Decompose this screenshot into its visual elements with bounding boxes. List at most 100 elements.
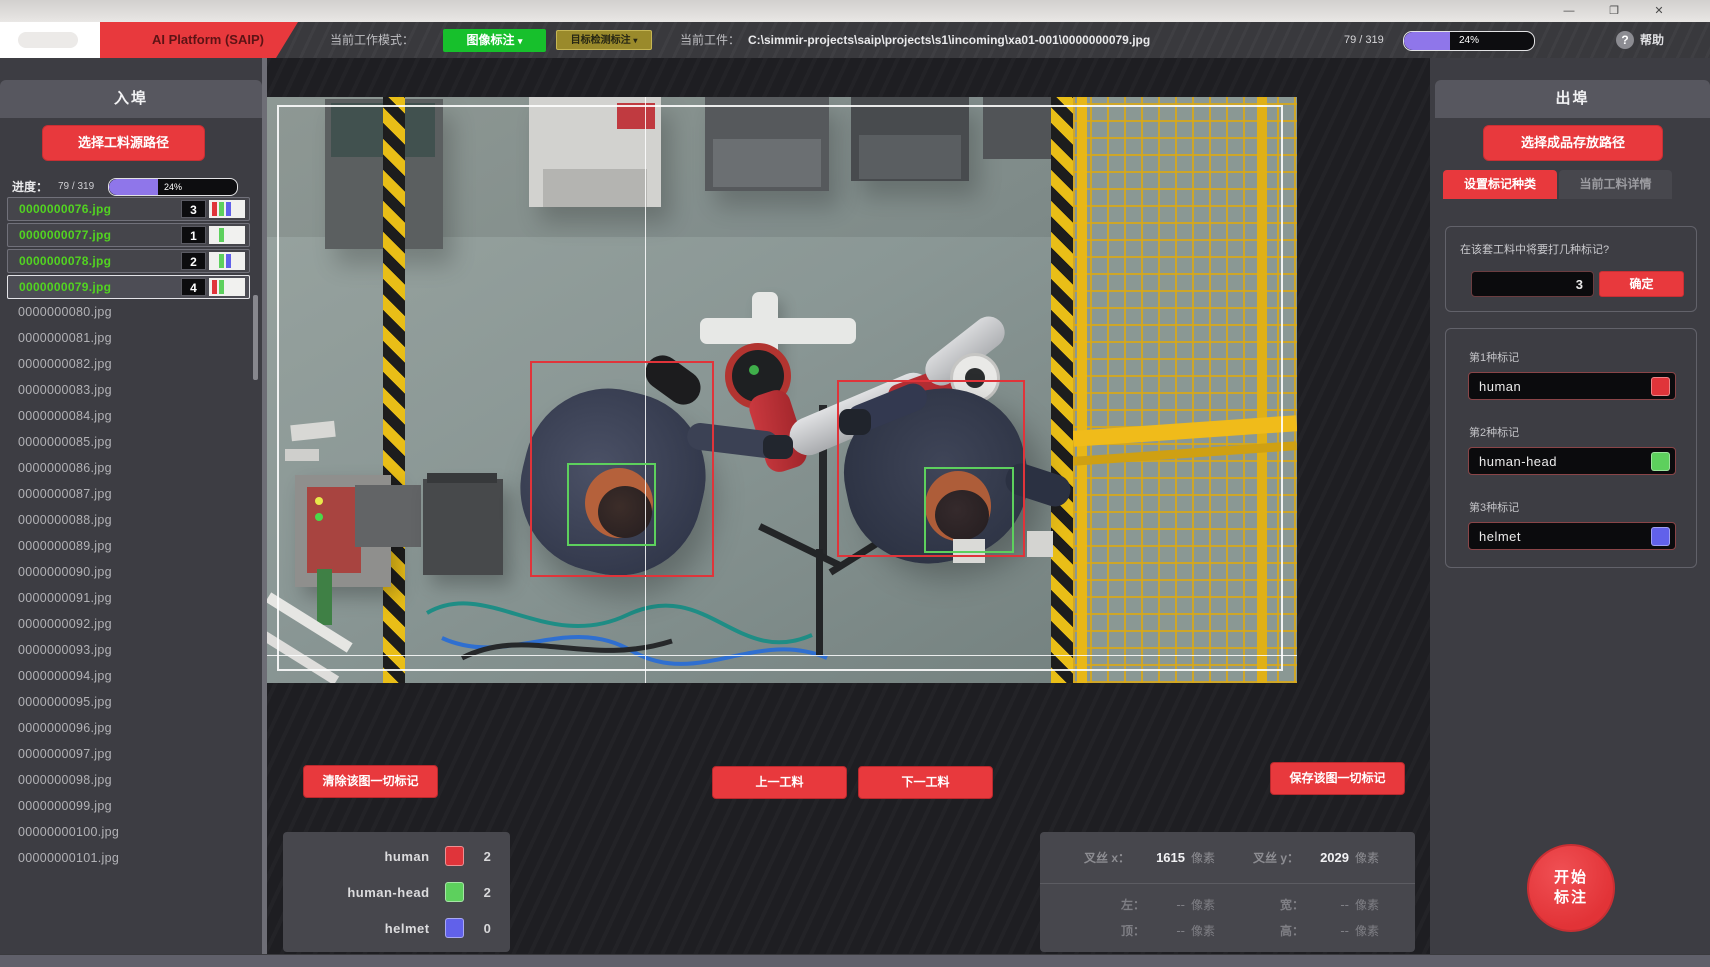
file-item[interactable]: 0000000092.jpg	[18, 617, 112, 631]
label-2-value: human-head	[1479, 454, 1557, 469]
coordinates-panel: 叉丝 x： 1615 像素 叉丝 y： 2029 像素 左： -- 像素 宽： …	[1040, 832, 1415, 952]
cross-x-label: 叉丝 x：	[1040, 849, 1130, 866]
vertical-scrollbar[interactable]	[253, 295, 258, 380]
label-3-color-swatch[interactable]	[1651, 527, 1670, 546]
file-item[interactable]: 0000000083.jpg	[18, 383, 112, 397]
file-name: 0000000076.jpg	[8, 202, 181, 216]
class-color-bar	[219, 202, 224, 216]
file-item[interactable]: 0000000086.jpg	[18, 461, 112, 475]
mode-detection-button[interactable]: 目标检测标注 ▾	[556, 30, 652, 50]
file-item[interactable]: 0000000095.jpg	[18, 695, 112, 709]
previous-file-button[interactable]: 上一工料	[712, 766, 847, 799]
file-item-annotated[interactable]: 0000000078.jpg2	[7, 249, 250, 273]
unit-label: 像素	[1349, 849, 1393, 866]
file-item-annotated[interactable]: 0000000076.jpg3	[7, 197, 250, 221]
file-item[interactable]: 0000000085.jpg	[18, 435, 112, 449]
maximize-icon[interactable]: ❐	[1599, 3, 1629, 19]
label-2-color-swatch[interactable]	[1651, 452, 1670, 471]
app-title: AI Platform (SAIP)	[100, 22, 298, 58]
label-2-title: 第2种标记	[1469, 424, 1519, 440]
height-value: --	[1304, 923, 1349, 938]
label-1-color-swatch[interactable]	[1651, 377, 1670, 396]
class-color-bar	[219, 280, 224, 294]
class-color-bar	[212, 202, 217, 216]
logo-mark	[18, 32, 78, 48]
class-color-indicator	[209, 252, 245, 270]
os-titlebar: — ❐ ✕	[0, 0, 1710, 23]
file-item[interactable]: 0000000087.jpg	[18, 487, 112, 501]
next-file-button[interactable]: 下一工料	[858, 766, 993, 799]
label-3-title: 第3种标记	[1469, 499, 1519, 515]
label-3-input[interactable]: helmet	[1468, 522, 1676, 550]
file-name: 0000000078.jpg	[8, 254, 181, 268]
file-item[interactable]: 0000000099.jpg	[18, 799, 112, 813]
help-icon[interactable]: ?	[1616, 31, 1634, 49]
photo-canvas[interactable]	[267, 97, 1297, 683]
mode-image-annotation-button[interactable]: 图像标注 ▾	[443, 29, 546, 52]
file-item[interactable]: 0000000094.jpg	[18, 669, 112, 683]
legend-count: 2	[464, 885, 510, 900]
file-item[interactable]: 0000000098.jpg	[18, 773, 112, 787]
cross-y-value: 2029	[1299, 850, 1349, 865]
box-top-height-row: 顶： -- 像素 高： -- 像素	[1040, 918, 1415, 942]
file-item[interactable]: 00000000100.jpg	[18, 825, 119, 839]
right-sidebar-outbound: 出埠 选择成品存放路径 设置标记种类 当前工料详情 在该套工料中将要打几种标记?…	[1430, 58, 1710, 966]
cross-x-value: 1615	[1130, 850, 1185, 865]
file-item[interactable]: 00000000101.jpg	[18, 851, 119, 865]
bbox-human-head[interactable]	[567, 463, 656, 546]
legend-color-swatch	[445, 918, 465, 938]
label-1-title: 第1种标记	[1469, 349, 1519, 365]
minimize-icon[interactable]: —	[1554, 3, 1584, 19]
file-item[interactable]: 0000000097.jpg	[18, 747, 112, 761]
class-color-indicator	[209, 226, 245, 244]
file-item-annotated[interactable]: 0000000077.jpg1	[7, 223, 250, 247]
app-header: AI Platform (SAIP) 当前工作模式： 图像标注 ▾ 目标检测标注…	[0, 22, 1710, 58]
select-output-path-button[interactable]: 选择成品存放路径	[1483, 125, 1663, 161]
annotation-overlay	[267, 97, 1297, 683]
label-1-value: human	[1479, 379, 1521, 394]
progress-count: 79 / 319	[58, 181, 94, 192]
legend-color-swatch	[445, 882, 465, 902]
progress-percent: 24%	[1404, 32, 1534, 50]
file-item[interactable]: 0000000088.jpg	[18, 513, 112, 527]
legend-panel: human2human-head2helmet0	[283, 832, 510, 952]
sidebar-progress-bar: 24%	[108, 178, 238, 196]
file-item[interactable]: 0000000093.jpg	[18, 643, 112, 657]
file-item-annotated[interactable]: 0000000079.jpg4	[7, 275, 250, 299]
start-annotation-button[interactable]: 开始 标注	[1527, 844, 1615, 932]
file-item[interactable]: 0000000081.jpg	[18, 331, 112, 345]
label-count-box: 在该套工料中将要打几种标记? 3 确定	[1445, 226, 1697, 312]
select-source-path-button[interactable]: 选择工料源路径	[42, 125, 205, 161]
file-item[interactable]: 0000000091.jpg	[18, 591, 112, 605]
file-item[interactable]: 0000000096.jpg	[18, 721, 112, 735]
unit-label: 像素	[1185, 849, 1229, 866]
help-button[interactable]: 帮助	[1640, 22, 1664, 58]
bbox-human-head[interactable]	[924, 467, 1014, 553]
file-item[interactable]: 0000000080.jpg	[18, 305, 112, 319]
file-item[interactable]: 0000000084.jpg	[18, 409, 112, 423]
label-types-box: 第1种标记 human 第2种标记 human-head 第3种标记 helme…	[1445, 328, 1697, 568]
save-annotations-button[interactable]: 保存该图一切标记	[1270, 762, 1405, 795]
clear-annotations-button[interactable]: 清除该图一切标记	[303, 765, 438, 798]
unit-label: 像素	[1349, 896, 1393, 913]
confirm-button[interactable]: 确定	[1599, 271, 1684, 297]
file-item[interactable]: 0000000082.jpg	[18, 357, 112, 371]
file-item[interactable]: 0000000089.jpg	[18, 539, 112, 553]
box-left-width-row: 左： -- 像素 宽： -- 像素	[1040, 892, 1415, 916]
legend-row: human-head2	[283, 874, 510, 910]
header-progress-count: 79 / 319	[1344, 22, 1384, 58]
label-2-input[interactable]: human-head	[1468, 447, 1676, 475]
tab-set-label-types[interactable]: 设置标记种类	[1443, 170, 1557, 199]
legend-count: 0	[464, 921, 510, 936]
tab-current-file-details[interactable]: 当前工料详情	[1559, 170, 1672, 199]
close-icon[interactable]: ✕	[1644, 3, 1674, 19]
class-color-bar	[212, 280, 217, 294]
annotation-count-badge: 4	[181, 278, 206, 296]
label-count-input[interactable]: 3	[1471, 271, 1594, 297]
start-line2: 标注	[1554, 888, 1588, 908]
label-1-input[interactable]: human	[1468, 372, 1676, 400]
legend-row: helmet0	[283, 910, 510, 946]
left-label: 左：	[1040, 896, 1145, 913]
file-item[interactable]: 0000000090.jpg	[18, 565, 112, 579]
progress-percent: 24%	[109, 179, 237, 195]
